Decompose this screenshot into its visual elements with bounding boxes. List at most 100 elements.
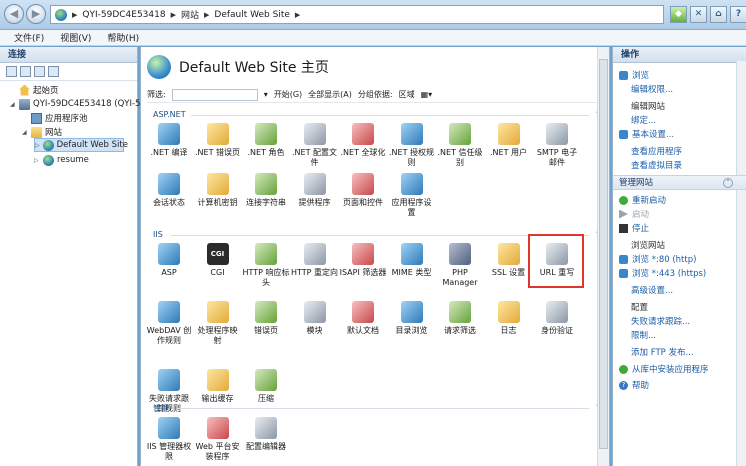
tree-item-sites[interactable]: ◢ 网站 — [22, 125, 62, 139]
feature-item[interactable]: HTTP 重定向 — [290, 243, 340, 278]
feature-item[interactable]: .NET 错误页 — [193, 123, 243, 158]
gallery-icon — [619, 364, 628, 374]
disconnect-icon[interactable] — [48, 66, 59, 77]
advanced-settings-link[interactable]: 高级设置... — [631, 284, 673, 296]
restart-link[interactable]: 重新启动 — [619, 194, 666, 206]
feature-item[interactable]: 页面和控件 — [338, 173, 388, 208]
feature-item[interactable]: 应用程序设置 — [387, 173, 437, 218]
collapse-icon[interactable]: ◢ — [10, 101, 16, 108]
feature-label: ASP — [161, 268, 177, 277]
server-icon — [19, 98, 30, 110]
feature-item[interactable]: ASP — [144, 243, 194, 278]
feature-item[interactable]: 模块 — [290, 301, 340, 336]
feature-label: HTTP 响应标 — [242, 268, 290, 277]
feature-item[interactable]: SSL 设置 — [484, 243, 534, 278]
feature-item[interactable]: Web 平台安 装程序 — [193, 417, 243, 462]
feature-item[interactable]: MIME 类型 — [387, 243, 437, 278]
tree-item-app-pools[interactable]: 应用程序池 — [22, 111, 88, 125]
limits-link[interactable]: 限制... — [631, 329, 656, 341]
feature-item[interactable]: 默认文档 — [338, 301, 388, 336]
actions-pane: 操作 浏览 编辑权限... 编辑网站 绑定... 基本设置... 查看应用程序 … — [612, 47, 746, 466]
features-scrollbar[interactable] — [597, 47, 609, 466]
scroll-thumb[interactable] — [599, 59, 608, 449]
show-all-button[interactable]: 全部显示(A) — [308, 89, 352, 100]
feature-icon — [255, 243, 277, 265]
filter-dropdown-icon[interactable]: ▾ — [264, 90, 268, 99]
start-button[interactable]: 开始(G) — [274, 89, 302, 100]
tree-item-start-page[interactable]: 起始页 — [10, 83, 59, 97]
menu-view[interactable]: 视图(V) — [60, 31, 91, 44]
browse-80-link[interactable]: 浏览 *:80 (http) — [619, 253, 696, 265]
start-link[interactable]: 启动 — [619, 208, 649, 220]
edit-permissions-link[interactable]: 编辑权限... — [631, 83, 673, 95]
home-icon[interactable]: ⌂ — [710, 6, 727, 23]
feature-item[interactable]: 目录浏览 — [387, 301, 437, 336]
back-button[interactable]: ◀ — [4, 4, 24, 24]
feature-item[interactable]: 连接字符串 — [241, 173, 291, 208]
stop-icon[interactable]: ✕ — [690, 6, 707, 23]
feature-item[interactable]: 身份验证 — [532, 301, 582, 336]
view-virtual-directories-link[interactable]: 查看虚拟目录 — [631, 159, 682, 171]
browse-443-link[interactable]: 浏览 *:443 (https) — [619, 267, 706, 279]
feature-item[interactable]: 提供程序 — [290, 173, 340, 208]
feature-item[interactable]: 配置编辑器 — [241, 417, 291, 452]
add-ftp-publishing-link[interactable]: 添加 FTP 发布... — [631, 346, 694, 358]
basic-settings-link[interactable]: 基本设置... — [619, 128, 674, 140]
feature-label-line2: 置 — [407, 208, 416, 217]
actions-scrollbar[interactable] — [736, 61, 746, 466]
feature-item[interactable]: WebDAV 创作规则 — [144, 301, 194, 346]
forward-button[interactable]: ▶ — [26, 4, 46, 24]
help-icon[interactable]: ? — [730, 6, 746, 23]
tree-item-default-web-site[interactable]: ▷ Default Web Site — [34, 138, 128, 152]
breadcrumb-server[interactable]: QYI-59DC4E53418 — [82, 10, 165, 20]
expand-icon[interactable]: ▷ — [34, 157, 40, 164]
feature-item[interactable]: SMTP 电子 邮件 — [532, 123, 582, 168]
menu-file[interactable]: 文件(F) — [14, 31, 44, 44]
breadcrumb-site[interactable]: Default Web Site — [214, 10, 290, 20]
group-by-select[interactable]: 区域 — [399, 89, 415, 100]
tree-item-server[interactable]: ◢ QYI-59DC4E53418 (QYI-59 — [10, 97, 146, 111]
feature-item[interactable]: .NET 授权规则 — [387, 123, 437, 168]
tree-item-resume[interactable]: ▷ resume — [34, 153, 89, 167]
bindings-link[interactable]: 绑定... — [631, 114, 656, 126]
feature-item[interactable]: .NET 全球化 — [338, 123, 388, 158]
feature-item[interactable]: 处理程序映射 — [193, 301, 243, 346]
feature-item[interactable]: PHP Manager — [435, 243, 485, 288]
feature-item[interactable]: .NET 编译 — [144, 123, 194, 158]
view-mode-icon[interactable]: ▦▾ — [421, 90, 433, 99]
connect-icon[interactable]: ◆ — [670, 6, 687, 23]
feature-item[interactable]: .NET 配置文件 — [290, 123, 340, 168]
help-link[interactable]: ? 帮助 — [619, 379, 649, 391]
feature-item[interactable]: 错误页 — [241, 301, 291, 336]
feature-item[interactable]: .NET 角色 — [241, 123, 291, 158]
menu-help[interactable]: 帮助(H) — [107, 31, 139, 44]
connect-icon[interactable] — [6, 66, 17, 77]
feature-item[interactable]: 计算机密钥 — [193, 173, 243, 208]
collapse-icon[interactable]: ◢ — [22, 129, 28, 136]
failed-request-tracing-link[interactable]: 失败请求跟踪... — [631, 315, 690, 327]
feature-item[interactable]: CGI CGI — [193, 243, 243, 278]
feature-item[interactable]: 会话状态 — [144, 173, 194, 208]
up-icon[interactable] — [34, 66, 45, 77]
feature-item[interactable]: 压缩 — [241, 369, 291, 404]
breadcrumb-sites[interactable]: 网站 — [181, 8, 199, 21]
feature-item[interactable]: .NET 用户 — [484, 123, 534, 158]
feature-item[interactable]: HTTP 响应标头 — [241, 243, 291, 288]
feature-item[interactable]: 请求筛选 — [435, 301, 485, 336]
explore-link[interactable]: 浏览 — [619, 69, 649, 81]
feature-item[interactable]: ISAPI 筛选器 — [338, 243, 388, 278]
install-from-gallery-link[interactable]: 从库中安装应用程序 — [619, 363, 709, 375]
filter-input[interactable] — [171, 88, 258, 101]
feature-label: 会话状态 — [153, 198, 185, 207]
feature-item[interactable]: 输出缓存 — [193, 369, 243, 404]
feature-icon — [206, 123, 229, 145]
feature-item[interactable]: .NET 信任级别 — [435, 123, 485, 168]
stop-link[interactable]: 停止 — [619, 222, 649, 234]
feature-item[interactable]: IIS 管理器权限 — [144, 417, 194, 462]
view-applications-link[interactable]: 查看应用程序 — [631, 145, 682, 157]
address-bar[interactable]: ▶ QYI-59DC4E53418 ▶ 网站 ▶ Default Web Sit… — [50, 5, 664, 24]
expand-icon[interactable]: ▷ — [35, 142, 40, 149]
save-icon[interactable] — [20, 66, 31, 77]
collapse-icon[interactable]: ⌃ — [723, 178, 733, 188]
feature-item[interactable]: 日志 — [484, 301, 534, 336]
